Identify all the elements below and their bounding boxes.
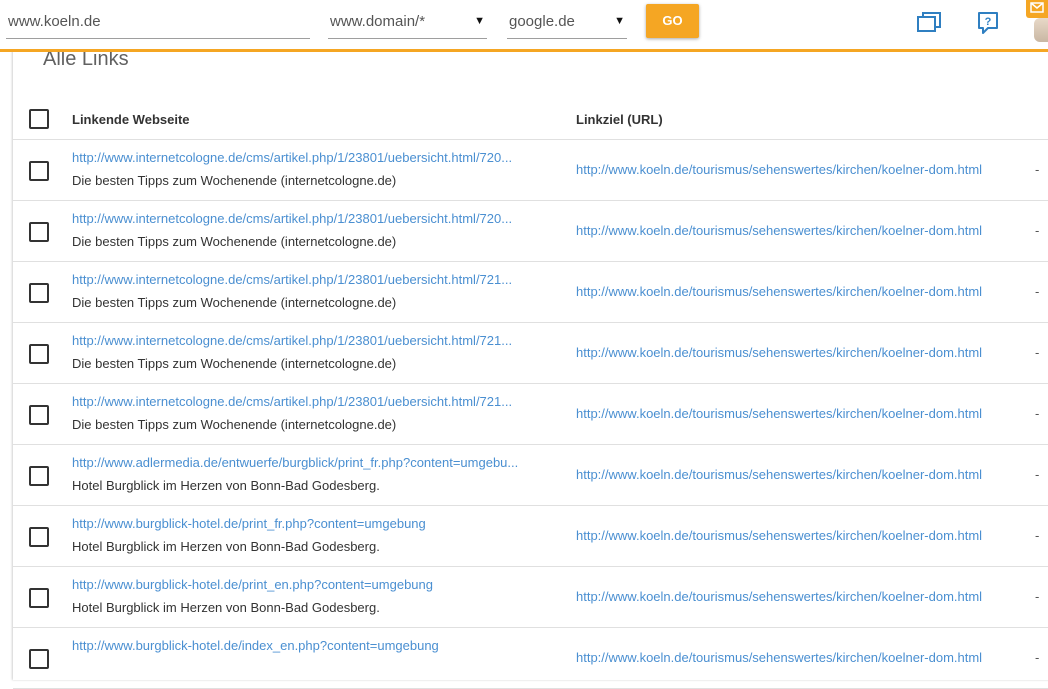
source-page-title: Hotel Burgblick im Herzen von Bonn-Bad G… — [72, 600, 380, 615]
links-table: Linkende Webseite Linkziel (URL) http://… — [13, 98, 1048, 689]
caret-down-icon: ▼ — [474, 15, 485, 27]
caret-down-icon: ▼ — [614, 15, 625, 27]
go-button[interactable]: GO — [646, 4, 699, 38]
source-url-link[interactable]: http://www.internetcologne.de/cms/artike… — [72, 211, 568, 226]
target-url-link[interactable]: http://www.koeln.de/tourismus/sehenswert… — [576, 284, 982, 299]
links-card: Alle Links Linkende Webseite Linkziel (U… — [13, 40, 1048, 689]
source-url-link[interactable]: http://www.internetcologne.de/cms/artike… — [72, 394, 568, 409]
row-extra: - — [1035, 284, 1040, 299]
source-url-link[interactable]: http://www.burgblick-hotel.de/print_fr.p… — [72, 516, 568, 531]
row-extra: - — [1035, 223, 1040, 238]
row-extra: - — [1035, 406, 1040, 421]
source-url-link[interactable]: http://www.internetcologne.de/cms/artike… — [72, 333, 568, 348]
source-page-title: Hotel Burgblick im Herzen von Bonn-Bad G… — [72, 539, 380, 554]
top-search-bar: www.koeln.de www.domain/* ▼ google.de ▼ … — [0, 0, 1048, 52]
source-url-link[interactable]: http://www.internetcologne.de/cms/artike… — [72, 272, 568, 287]
row-extra: - — [1035, 345, 1040, 360]
table-row: http://www.internetcologne.de/cms/artike… — [13, 201, 1048, 262]
search-engine-select[interactable]: google.de ▼ — [507, 8, 627, 39]
row-extra: - — [1035, 162, 1040, 177]
row-extra: - — [1035, 528, 1040, 543]
row-checkbox[interactable] — [29, 222, 49, 242]
source-page-title: Hotel Burgblick im Herzen von Bonn-Bad G… — [72, 478, 380, 493]
row-checkbox[interactable] — [29, 283, 49, 303]
table-row: http://www.adlermedia.de/entwuerfe/burgb… — [13, 445, 1048, 506]
search-engine-value: google.de — [509, 13, 575, 30]
row-checkbox[interactable] — [29, 405, 49, 425]
scope-select[interactable]: www.domain/* ▼ — [328, 8, 487, 39]
target-url-link[interactable]: http://www.koeln.de/tourismus/sehenswert… — [576, 223, 982, 238]
row-checkbox[interactable] — [29, 588, 49, 608]
row-checkbox[interactable] — [29, 649, 49, 669]
source-page-title: Die besten Tipps zum Wochenende (interne… — [72, 295, 397, 310]
help-icon[interactable]: ? — [976, 10, 1000, 41]
table-header: Linkende Webseite Linkziel (URL) — [13, 98, 1048, 140]
svg-text:?: ? — [985, 16, 992, 28]
scope-select-value: www.domain/* — [330, 13, 426, 30]
row-checkbox[interactable] — [29, 161, 49, 181]
source-page-title: Die besten Tipps zum Wochenende (interne… — [72, 234, 397, 249]
source-url-link[interactable]: http://www.burgblick-hotel.de/print_en.p… — [72, 577, 568, 592]
domain-input-value: www.koeln.de — [8, 13, 101, 30]
row-checkbox[interactable] — [29, 527, 49, 547]
source-page-title: Die besten Tipps zum Wochenende (interne… — [72, 356, 397, 371]
windows-icon[interactable] — [916, 10, 942, 39]
table-row: http://www.internetcologne.de/cms/artike… — [13, 323, 1048, 384]
target-url-link[interactable]: http://www.koeln.de/tourismus/sehenswert… — [576, 650, 982, 665]
target-url-link[interactable]: http://www.koeln.de/tourismus/sehenswert… — [576, 162, 982, 177]
table-row: http://www.burgblick-hotel.de/index_en.p… — [13, 628, 1048, 689]
target-url-link[interactable]: http://www.koeln.de/tourismus/sehenswert… — [576, 528, 982, 543]
table-row: http://www.internetcologne.de/cms/artike… — [13, 384, 1048, 445]
row-extra: - — [1035, 650, 1040, 665]
target-url-link[interactable]: http://www.koeln.de/tourismus/sehenswert… — [576, 345, 982, 360]
table-row: http://www.internetcologne.de/cms/artike… — [13, 140, 1048, 201]
target-url-link[interactable]: http://www.koeln.de/tourismus/sehenswert… — [576, 467, 982, 482]
source-url-link[interactable]: http://www.adlermedia.de/entwuerfe/burgb… — [72, 455, 568, 470]
target-url-link[interactable]: http://www.koeln.de/tourismus/sehenswert… — [576, 406, 982, 421]
table-row: http://www.internetcologne.de/cms/artike… — [13, 262, 1048, 323]
table-row: http://www.burgblick-hotel.de/print_fr.p… — [13, 506, 1048, 567]
source-page-title: Die besten Tipps zum Wochenende (interne… — [72, 173, 397, 188]
source-page-title: Die besten Tipps zum Wochenende (interne… — [72, 417, 397, 432]
source-url-link[interactable]: http://www.internetcologne.de/cms/artike… — [72, 150, 568, 165]
avatar[interactable] — [1034, 18, 1048, 42]
target-url-link[interactable]: http://www.koeln.de/tourismus/sehenswert… — [576, 589, 982, 604]
domain-input[interactable]: www.koeln.de — [6, 8, 310, 39]
row-checkbox[interactable] — [29, 466, 49, 486]
row-extra: - — [1035, 589, 1040, 604]
source-url-link[interactable]: http://www.burgblick-hotel.de/index_en.p… — [72, 638, 568, 653]
select-all-checkbox[interactable] — [29, 109, 49, 129]
row-checkbox[interactable] — [29, 344, 49, 364]
row-extra: - — [1035, 467, 1040, 482]
table-row: http://www.burgblick-hotel.de/print_en.p… — [13, 567, 1048, 628]
column-header-source: Linkende Webseite — [72, 112, 190, 127]
mail-icon[interactable] — [1026, 0, 1048, 18]
column-header-target: Linkziel (URL) — [576, 112, 663, 127]
